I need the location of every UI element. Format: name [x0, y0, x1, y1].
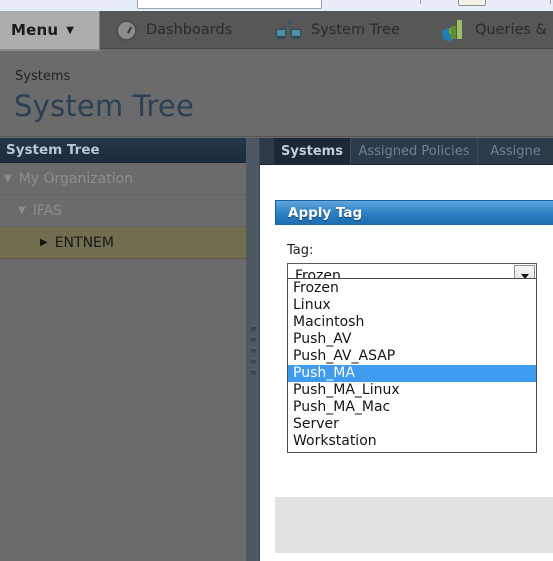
- tree-item-entnem-label: ENTNEM: [54, 234, 114, 251]
- option-server[interactable]: Server: [288, 416, 536, 433]
- tag-select-option-list[interactable]: Frozen Linux Macintosh Push_AV Push_AV_A…: [287, 278, 537, 453]
- apply-tag-dialog-header: Apply Tag: [275, 200, 553, 225]
- content-gutter: [260, 165, 272, 561]
- panel-splitter[interactable]: [246, 138, 260, 561]
- option-push-ma-mac[interactable]: Push_MA_Mac: [288, 399, 536, 416]
- menu-button[interactable]: Menu ▼: [0, 11, 100, 49]
- breadcrumb[interactable]: Systems: [15, 69, 70, 84]
- browser-toolbar-button[interactable]: [458, 0, 486, 6]
- tag-field-label: Tag:: [287, 243, 314, 258]
- chevron-down-icon: ▼: [66, 24, 74, 36]
- system-tree-panel-header: System Tree: [0, 138, 246, 163]
- option-macintosh[interactable]: Macintosh: [288, 314, 536, 331]
- tree-item-my-organization-label: My Organization: [18, 170, 134, 187]
- chevron-down-icon[interactable]: ▼: [18, 205, 26, 216]
- option-push-ma-linux[interactable]: Push_MA_Linux: [288, 382, 536, 399]
- tree-item-entnem[interactable]: ▶ ENTNEM: [0, 227, 246, 259]
- option-push-av-asap[interactable]: Push_AV_ASAP: [288, 348, 536, 365]
- system-tree-panel: System Tree ▼ My Organization ▼ IFAS ▶ E…: [0, 138, 246, 561]
- splitter-grip[interactable]: [251, 325, 256, 374]
- chevron-right-icon[interactable]: ▶: [40, 237, 48, 248]
- option-push-ma[interactable]: Push_MA: [288, 365, 536, 382]
- header-accent-line: [0, 49, 100, 51]
- application-window: Menu ▼ Dashboards System Tree Queries &: [0, 0, 553, 561]
- browser-chrome-strip: [0, 0, 553, 11]
- nav-item-queries-reports[interactable]: Queries &: [442, 11, 547, 49]
- nav-item-dashboards-label: Dashboards: [146, 22, 233, 38]
- nav-item-system-tree[interactable]: System Tree: [276, 11, 400, 49]
- apply-tag-dialog: Apply Tag Tag: Frozen Frozen Linux Macin…: [275, 200, 553, 553]
- chrome-tick-right: [550, 0, 551, 4]
- tab-assigned-truncated-label: Assigne: [490, 144, 541, 159]
- system-tree-panel-header-label: System Tree: [6, 142, 100, 158]
- tab-assigned-policies[interactable]: Assigned Policies: [350, 138, 477, 165]
- option-frozen[interactable]: Frozen: [288, 280, 536, 297]
- gauge-icon: [116, 19, 137, 41]
- chrome-tick-left: [420, 0, 421, 4]
- tab-strip: Systems Assigned Policies Assigne: [260, 138, 553, 165]
- apply-tag-dialog-footer: [275, 497, 553, 553]
- nav-item-system-tree-label: System Tree: [311, 22, 400, 38]
- apply-tag-dialog-title: Apply Tag: [288, 205, 363, 221]
- tab-assigned-truncated[interactable]: Assigne: [477, 138, 553, 165]
- option-push-av[interactable]: Push_AV: [288, 331, 536, 348]
- browser-address-bar[interactable]: [137, 0, 322, 9]
- tree-item-ifas[interactable]: ▼ IFAS: [0, 195, 246, 227]
- option-linux[interactable]: Linux: [288, 297, 536, 314]
- menu-button-label: Menu: [11, 21, 59, 39]
- chevron-down-icon[interactable]: ▼: [4, 173, 12, 184]
- nav-item-dashboards[interactable]: Dashboards: [116, 11, 232, 49]
- tree-item-ifas-label: IFAS: [32, 202, 63, 219]
- option-workstation[interactable]: Workstation: [288, 433, 536, 450]
- page-header: Systems System Tree: [0, 49, 553, 137]
- top-navigation-bar: Menu ▼ Dashboards System Tree Queries &: [0, 11, 553, 49]
- apply-tag-dialog-body: Tag: Frozen Frozen Linux Macintosh Push_…: [275, 225, 553, 497]
- main-content-area: Systems Assigned Policies Assigne Apply …: [260, 138, 553, 561]
- tree-item-my-organization[interactable]: ▼ My Organization: [0, 163, 246, 195]
- nav-item-queries-reports-label: Queries &: [475, 22, 547, 38]
- queries-reports-icon: [442, 19, 466, 41]
- tab-systems-label: Systems: [281, 144, 343, 159]
- tab-assigned-policies-label: Assigned Policies: [358, 144, 470, 159]
- tab-panel-systems: Apply Tag Tag: Frozen Frozen Linux Macin…: [260, 165, 553, 561]
- page-title: System Tree: [14, 89, 194, 123]
- system-tree-icon: [276, 20, 302, 40]
- tab-systems[interactable]: Systems: [274, 138, 350, 165]
